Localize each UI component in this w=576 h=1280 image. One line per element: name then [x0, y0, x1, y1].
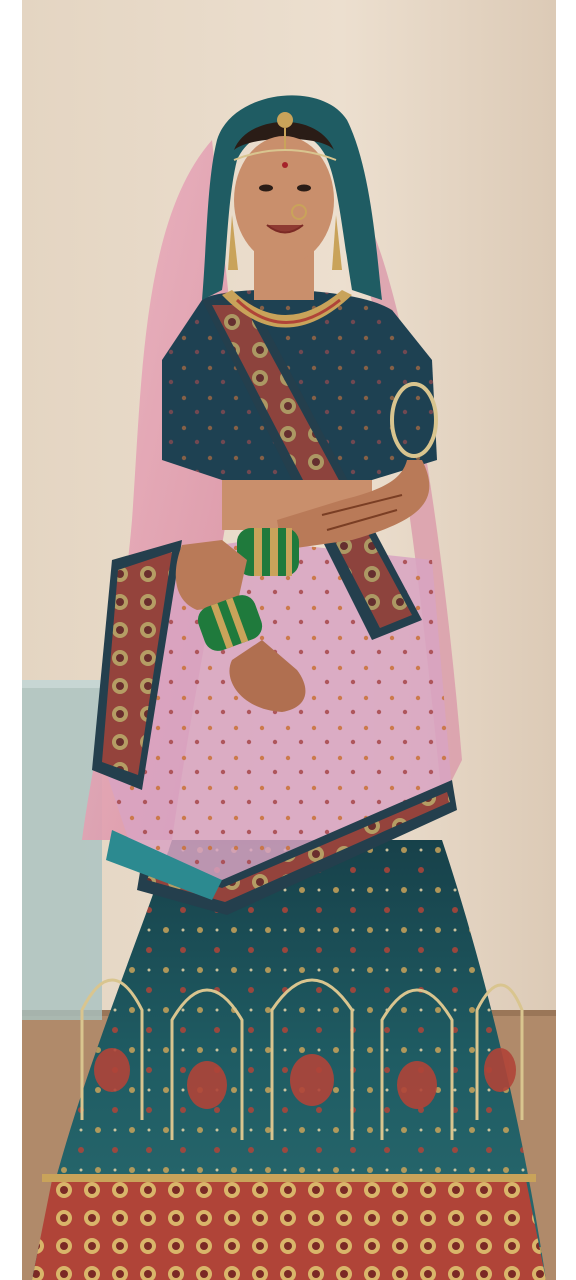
bangles-upper [237, 528, 299, 576]
skirt-border [32, 1180, 546, 1280]
glass-panel [22, 680, 102, 1020]
image-frame [0, 0, 576, 1280]
photo-illustration [22, 0, 556, 1280]
maang-tikka [277, 112, 293, 128]
photo [22, 0, 556, 1280]
